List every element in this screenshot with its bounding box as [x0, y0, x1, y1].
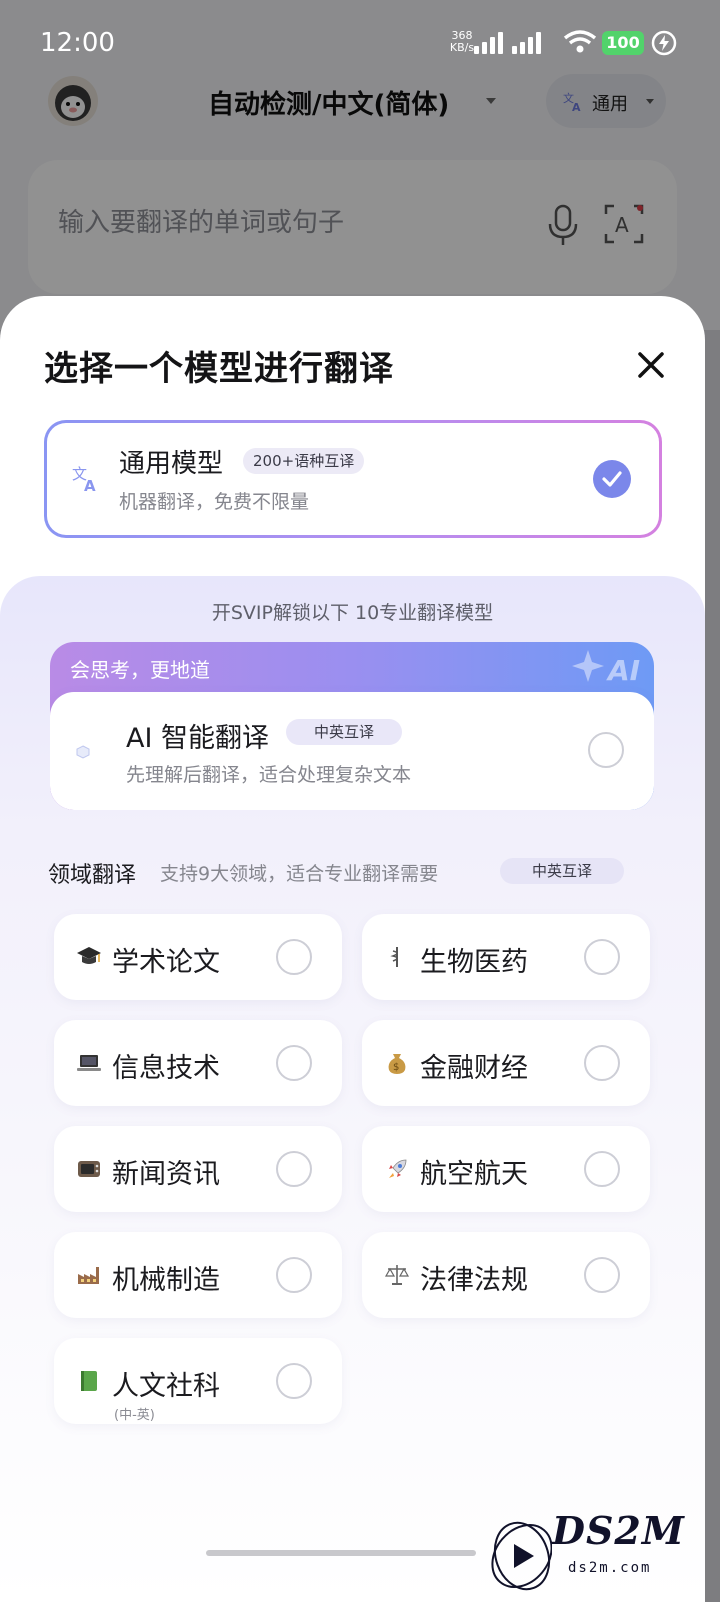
charging-icon — [651, 30, 677, 56]
svip-note: 开SVIP解锁以下 10专业翻译模型 — [211, 602, 494, 624]
watermark-logo-icon — [491, 1521, 553, 1591]
domain-sublabel: (中-英) — [114, 1408, 155, 1423]
ai-model-tag: 中英互译 — [286, 719, 403, 745]
ai-model-name: AI 智能翻译 — [126, 723, 270, 754]
svg-text:AI: AI — [606, 654, 640, 687]
medical-icon — [384, 944, 410, 970]
domain-law[interactable]: 法律法规 — [362, 1232, 650, 1318]
domain-radio[interactable] — [584, 1151, 620, 1187]
watermark: DS2M ds2m.com — [486, 1500, 698, 1596]
scales-icon — [384, 1262, 410, 1288]
domain-label: 信息技术 — [112, 1053, 220, 1084]
home-indicator[interactable] — [206, 1550, 476, 1556]
domain-news[interactable]: 新闻资讯 — [54, 1126, 342, 1212]
television-icon — [76, 1156, 102, 1182]
domain-finance[interactable]: $ 金融财经 — [362, 1020, 650, 1106]
domain-subheading: 支持9大领域，适合专业翻译需要 — [160, 863, 439, 885]
ai-model-desc: 先理解后翻译，适合处理复杂文本 — [126, 764, 412, 786]
clock: 12:00 — [40, 28, 115, 58]
watermark-brand: DS2M — [552, 1508, 685, 1553]
signal-icon — [474, 30, 508, 54]
ai-radio[interactable] — [588, 732, 624, 768]
domain-label: 金融财经 — [420, 1053, 528, 1084]
close-button[interactable] — [630, 344, 672, 386]
selected-check-icon[interactable] — [593, 460, 631, 498]
domain-radio[interactable] — [276, 1151, 312, 1187]
svip-panel: 开SVIP解锁以下 10专业翻译模型 会思考，更地道 AI AI 智能翻译 中英… — [0, 576, 705, 1602]
domain-label: 法律法规 — [420, 1265, 528, 1296]
domain-aerospace[interactable]: 航空航天 — [362, 1126, 650, 1212]
wifi-icon — [563, 28, 597, 56]
domain-label: 新闻资讯 — [112, 1159, 220, 1190]
domain-label: 航空航天 — [420, 1159, 528, 1190]
domain-humanities[interactable]: 人文社科 (中-英) — [54, 1338, 342, 1424]
laptop-icon — [76, 1050, 102, 1076]
ai-banner-text: 会思考，更地道 — [70, 658, 210, 682]
svg-text:$: $ — [393, 1062, 399, 1073]
domain-radio[interactable] — [584, 939, 620, 975]
signal-icon — [512, 30, 546, 54]
rocket-icon — [384, 1156, 410, 1182]
domain-it[interactable]: 信息技术 — [54, 1020, 342, 1106]
general-model-name: 通用模型 — [119, 449, 224, 479]
ai-translate-option[interactable]: 会思考，更地道 AI AI 智能翻译 中英互译 先理解后翻译，适合处理复杂文本 — [50, 642, 654, 810]
graduation-cap-icon — [76, 944, 102, 970]
domain-radio[interactable] — [276, 939, 312, 975]
domain-radio[interactable] — [276, 1045, 312, 1081]
domain-radio[interactable] — [584, 1045, 620, 1081]
domain-radio[interactable] — [276, 1257, 312, 1293]
domain-label: 生物医药 — [420, 947, 528, 978]
domain-radio[interactable] — [584, 1257, 620, 1293]
domain-label: 学术论文 — [112, 947, 220, 978]
model-select-sheet: 选择一个模型进行翻译 文A 通用模型 200+语种互译 机器翻译，免费不限量 开… — [0, 296, 705, 1602]
sparkle-ai-icon: AI — [572, 650, 640, 687]
status-bar: 12:00 368 KB/s 100 — [0, 0, 720, 86]
domain-manufacturing[interactable]: 机械制造 — [54, 1232, 342, 1318]
general-model-tag: 200+语种互译 — [243, 448, 365, 474]
general-model-desc: 机器翻译，免费不限量 — [119, 491, 310, 513]
general-model-option[interactable]: 文A 通用模型 200+语种互译 机器翻译，免费不限量 — [44, 420, 662, 538]
battery-indicator: 100 — [602, 31, 644, 55]
svg-text:A: A — [84, 477, 96, 493]
domain-biomedicine[interactable]: 生物医药 — [362, 914, 650, 1000]
domain-label: 人文社科 — [112, 1371, 220, 1402]
cube-icon — [76, 744, 90, 763]
domain-radio[interactable] — [276, 1363, 312, 1399]
domain-heading: 领域翻译 — [48, 863, 137, 888]
sheet-title: 选择一个模型进行翻译 — [44, 349, 394, 389]
factory-icon — [76, 1262, 102, 1288]
translate-icon: 文A — [71, 463, 101, 497]
domain-academic[interactable]: 学术论文 — [54, 914, 342, 1000]
money-bag-icon: $ — [384, 1050, 410, 1076]
green-book-icon — [76, 1368, 102, 1394]
domain-label: 机械制造 — [112, 1265, 220, 1296]
close-icon — [638, 352, 664, 378]
domain-tag: 中英互译 — [500, 858, 624, 884]
watermark-site: ds2m.com — [568, 1560, 652, 1576]
